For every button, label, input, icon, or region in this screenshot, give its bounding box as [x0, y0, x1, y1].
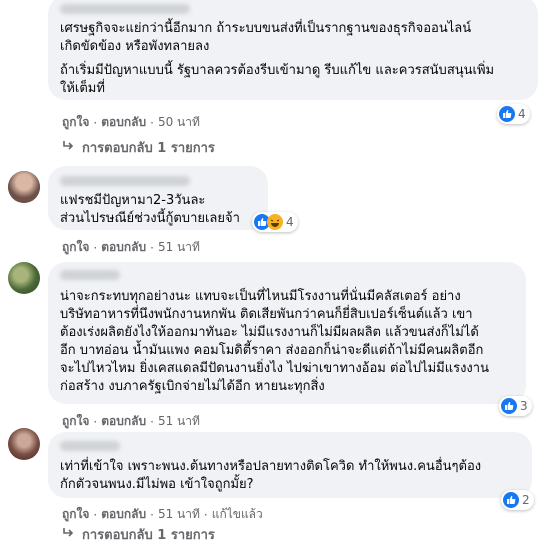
- comment-text-line: บริษัทอาหารที่นึงพนักงานหกพัน ติดเสียพัน…: [60, 307, 473, 322]
- comment-text-line: เศรษฐกิจจะแย่กว่านี้อีกมาก ถ้าระบบขนส่งท…: [60, 21, 472, 36]
- comment-text-line: อีก บาทอ่อน น้ำมันแพง คอมโมดิตี้ราคา ส่ง…: [60, 343, 484, 358]
- reply-link[interactable]: ตอบกลับ: [101, 238, 146, 257]
- like-link[interactable]: ถูกใจ: [62, 412, 89, 431]
- comment-bubble: น่าจะกระทบทุกอย่างนะ แทบจะเป็นที่ไหนมีโร…: [48, 262, 526, 404]
- like-icon: [501, 398, 517, 414]
- comment-time[interactable]: 51 นาที: [158, 238, 200, 257]
- avatar[interactable]: [8, 428, 40, 460]
- reaction-summary[interactable]: 3: [499, 396, 532, 416]
- commenter-name[interactable]: [60, 441, 120, 451]
- comment-text-line: จะไปไหวไหม ยิ่งเคสแดลมีปัดนงานยิ่งไง ไปฆ…: [60, 361, 489, 376]
- comment-text-line: ให้เต็มที่: [60, 81, 105, 96]
- view-replies-link[interactable]: การตอบกลับ 1 รายการ: [62, 524, 215, 545]
- comment-actions: ถูกใจ · ตอบกลับ · 50 นาที: [62, 113, 200, 132]
- reaction-summary[interactable]: 4: [252, 212, 298, 232]
- comment-time[interactable]: 50 นาที: [158, 113, 200, 132]
- edited-label: แก้ไขแล้ว: [211, 507, 263, 521]
- haha-icon: [267, 214, 283, 230]
- reaction-summary[interactable]: 2: [501, 490, 534, 510]
- comment-actions: ถูกใจ · ตอบกลับ · 51 นาที: [62, 412, 200, 431]
- view-replies-link[interactable]: การตอบกลับ 1 รายการ: [62, 137, 215, 158]
- comment-text-line: ส่วนไปรษณีย์ช่วงนี้กู้ตบายเลยจ้า: [60, 211, 240, 226]
- comment-text-line: น่าจะกระทบทุกอย่างนะ แทบจะเป็นที่ไหนมีโร…: [60, 289, 461, 304]
- reply-arrow-icon: [62, 527, 76, 543]
- comment-text-line: ถ้าเริ่มมีปัญหาแบบนี้ รัฐบาลควรต้องรีบเข…: [60, 63, 495, 78]
- comment-text-line: ต้องเร่งผลิตยังไงให้ออกมาทันอะ ไม่มีแรงง…: [60, 325, 479, 340]
- comment-bubble: เศรษฐกิจจะแย่กว่านี้อีกมาก ถ้าระบบขนส่งท…: [48, 0, 538, 100]
- comment-actions: ถูกใจ · ตอบกลับ · 51 นาที: [62, 238, 200, 257]
- reply-link[interactable]: ตอบกลับ: [101, 505, 146, 524]
- comment-bubble: แฟรชมีปัญหามา2-3วันละ ส่วนไปรษณีย์ช่วงนี…: [48, 166, 268, 230]
- comment-text-line: แฟรชมีปัญหามา2-3วันละ: [60, 193, 206, 208]
- comment-text-line: กักตัวจนพนง.มีไม่พอ เข้าใจถูกมั้ย?: [60, 477, 254, 492]
- commenter-name[interactable]: [60, 176, 190, 186]
- comment-time[interactable]: 51 นาที: [158, 412, 200, 431]
- reply-link[interactable]: ตอบกลับ: [101, 113, 146, 132]
- comment-text-line: เกิดขัดข้อง หรือพังทลายลง: [60, 39, 210, 54]
- commenter-name[interactable]: [60, 270, 120, 280]
- avatar[interactable]: [8, 262, 40, 294]
- reaction-count: 2: [522, 493, 530, 507]
- comment-text-line: เท่าที่เข้าใจ เพราะพนง.ต้นทางหรือปลายทาง…: [60, 459, 482, 474]
- commenter-name[interactable]: [60, 4, 190, 14]
- reaction-count: 4: [286, 215, 294, 229]
- view-replies-label: การตอบกลับ 1 รายการ: [82, 528, 215, 543]
- like-link[interactable]: ถูกใจ: [62, 505, 89, 524]
- view-replies-label: การตอบกลับ 1 รายการ: [82, 141, 215, 156]
- reaction-count: 3: [520, 399, 528, 413]
- like-icon: [503, 492, 519, 508]
- reaction-summary[interactable]: 4: [497, 104, 530, 124]
- reply-arrow-icon: [62, 140, 76, 156]
- comment-actions: ถูกใจ · ตอบกลับ · 51 นาที · แก้ไขแล้ว: [62, 505, 263, 524]
- comment-time[interactable]: 51 นาที: [158, 505, 200, 524]
- like-link[interactable]: ถูกใจ: [62, 238, 89, 257]
- comment-text-line: ก่อสร้าง งบภาครัฐเบิกจ่ายไม่ได้อีก หายนะ…: [60, 379, 325, 394]
- reply-link[interactable]: ตอบกลับ: [101, 412, 146, 431]
- like-icon: [499, 106, 515, 122]
- like-link[interactable]: ถูกใจ: [62, 113, 89, 132]
- avatar[interactable]: [8, 171, 40, 203]
- comment-bubble: เท่าที่เข้าใจ เพราะพนง.ต้นทางหรือปลายทาง…: [48, 432, 532, 498]
- reaction-count: 4: [518, 107, 526, 121]
